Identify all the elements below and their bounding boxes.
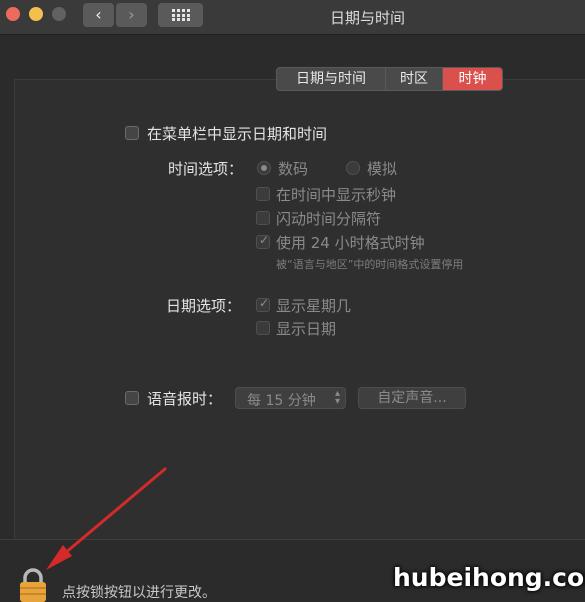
annotation-arrow-icon <box>46 467 167 570</box>
watermark: hubeihong.com <box>393 563 585 592</box>
lock-hint-text: 点按锁按钮以进行更改。 <box>62 585 216 601</box>
lock-icon[interactable] <box>18 568 48 602</box>
